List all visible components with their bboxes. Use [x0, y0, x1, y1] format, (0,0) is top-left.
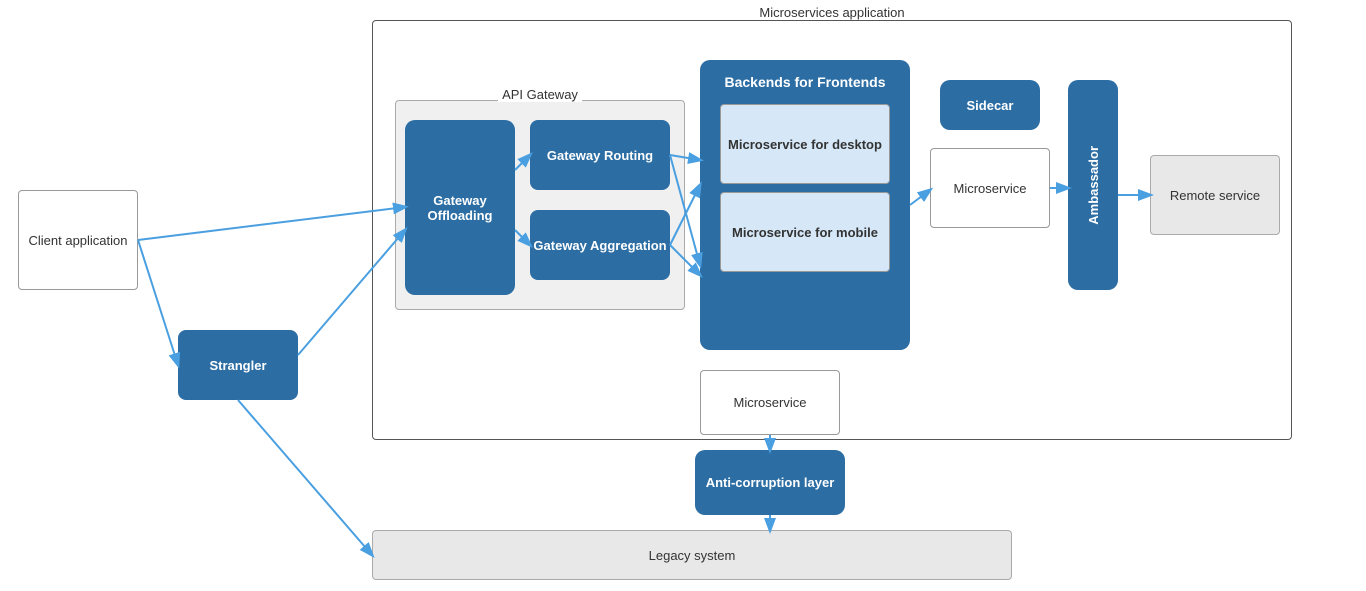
microservice-sidecar-label: Microservice [954, 181, 1027, 196]
microservice-desktop-box: Microservice for desktop [720, 104, 890, 184]
gateway-aggregation-label: Gateway Aggregation [533, 238, 666, 253]
backends-frontends-label: Backends for Frontends [718, 68, 891, 96]
ambassador-label: Ambassador [1086, 146, 1101, 225]
client-application-label: Client application [28, 233, 127, 248]
sidecar-label: Sidecar [967, 98, 1014, 113]
microservice-mobile-label: Microservice for mobile [732, 225, 878, 240]
microservices-app-label: Microservices application [755, 5, 908, 20]
legacy-system-label: Legacy system [649, 548, 736, 563]
remote-service-label: Remote service [1170, 188, 1260, 203]
strangler-box: Strangler [178, 330, 298, 400]
backends-frontends-box: Backends for Frontends Microservice for … [700, 60, 910, 350]
gateway-routing-label: Gateway Routing [547, 148, 653, 163]
microservice-acl-label: Microservice [734, 395, 807, 410]
ambassador-box: Ambassador [1068, 80, 1118, 290]
microservice-desktop-label: Microservice for desktop [728, 137, 882, 152]
microservice-mobile-box: Microservice for mobile [720, 192, 890, 272]
strangler-label: Strangler [209, 358, 266, 373]
microservice-acl-box: Microservice [700, 370, 840, 435]
anti-corruption-box: Anti-corruption layer [695, 450, 845, 515]
gateway-aggregation-box: Gateway Aggregation [530, 210, 670, 280]
anti-corruption-label: Anti-corruption layer [706, 475, 835, 490]
client-application-box: Client application [18, 190, 138, 290]
remote-service-box: Remote service [1150, 155, 1280, 235]
legacy-system-box: Legacy system [372, 530, 1012, 580]
microservice-sidecar-box: Microservice [930, 148, 1050, 228]
gateway-offloading-label: Gateway Offloading [405, 193, 515, 223]
api-gateway-label: API Gateway [498, 87, 582, 102]
diagram-container: Microservices application API Gateway Cl… [0, 0, 1366, 591]
gateway-offloading-box: Gateway Offloading [405, 120, 515, 295]
sidecar-box: Sidecar [940, 80, 1040, 130]
gateway-routing-box: Gateway Routing [530, 120, 670, 190]
